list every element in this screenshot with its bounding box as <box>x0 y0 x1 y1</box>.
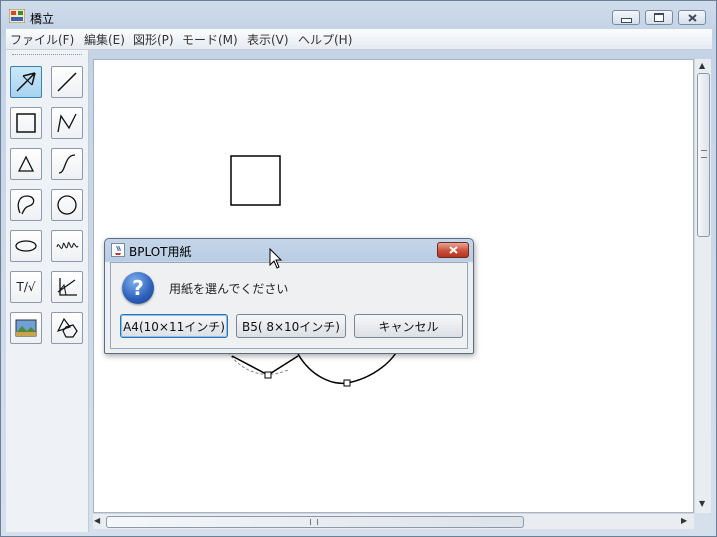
triangle-icon <box>17 155 35 172</box>
triangle-tool[interactable] <box>10 148 42 180</box>
drawn-arc <box>297 352 397 385</box>
text-formula-label: T/√ <box>16 280 36 294</box>
polyline-icon <box>57 113 77 133</box>
image-tool[interactable] <box>10 312 42 344</box>
java-cup-icon <box>111 243 125 257</box>
menu-edit[interactable]: 編集(E) <box>84 31 125 48</box>
select-arrow-icon <box>16 72 36 92</box>
vertical-scroll-thumb[interactable] <box>697 73 710 237</box>
dialog-title: BPLOT用紙 <box>129 245 192 259</box>
b5-paper-button[interactable]: B5( 8×10インチ) <box>236 314 346 338</box>
horizontal-scrollbar[interactable]: ◀ ▶ <box>93 513 694 529</box>
rectangle-tool[interactable] <box>10 107 42 139</box>
close-window-button[interactable] <box>678 10 706 25</box>
question-icon: ? <box>122 272 154 304</box>
scroll-right-icon[interactable]: ▶ <box>681 516 687 525</box>
curve-tool[interactable] <box>51 148 83 180</box>
drawn-square <box>230 155 281 206</box>
app-logo-icon <box>9 9 25 23</box>
wave-icon <box>56 242 79 249</box>
toolbar-grip[interactable] <box>12 54 82 58</box>
horizontal-scroll-thumb[interactable] <box>106 516 524 528</box>
thumb-grip-icon <box>701 150 707 158</box>
rectangle-icon <box>16 113 36 133</box>
dialog-body: ? 用紙を選んでください A4(10×11インチ) B5( 8×10インチ) キ… <box>110 262 468 349</box>
handle-point <box>264 371 272 379</box>
solid-cube-icon <box>56 317 78 338</box>
handle-point <box>343 379 351 387</box>
picture-icon <box>15 319 37 337</box>
wave-tool[interactable] <box>51 230 83 262</box>
window-title: 橋立 <box>30 12 55 26</box>
mouse-pointer-icon <box>269 248 283 269</box>
dialog-message: 用紙を選んでください <box>169 282 289 296</box>
tool-palette: T/√ <box>6 50 89 532</box>
menu-mode[interactable]: モード(M) <box>182 31 238 48</box>
paper-select-dialog: BPLOT用紙 ? 用紙を選んでください A4(10×11インチ) B5( 8×… <box>104 238 474 354</box>
menu-help[interactable]: ヘルプ(H) <box>298 31 352 48</box>
title-bar[interactable]: 橋立 <box>1 1 716 29</box>
close-icon <box>448 246 458 254</box>
cancel-button[interactable]: キャンセル <box>354 314 463 338</box>
text-formula-tool[interactable]: T/√ <box>10 271 42 303</box>
menu-view[interactable]: 表示(V) <box>247 31 289 48</box>
curve-icon <box>58 154 76 174</box>
ellipse-tool[interactable] <box>10 230 42 262</box>
solid-shape-tool[interactable] <box>51 312 83 344</box>
polyline-tool[interactable] <box>51 107 83 139</box>
line-tool[interactable] <box>51 66 83 98</box>
maximize-button[interactable] <box>645 10 673 25</box>
minimize-button[interactable] <box>612 10 640 25</box>
a4-paper-button[interactable]: A4(10×11インチ) <box>120 314 228 338</box>
select-tool[interactable] <box>10 66 42 98</box>
minimize-icon <box>620 17 632 23</box>
scroll-left-icon[interactable]: ◀ <box>94 516 100 525</box>
menu-file[interactable]: ファイル(F) <box>10 31 74 48</box>
menu-shape[interactable]: 図形(P) <box>133 31 174 48</box>
freeform-shape-icon <box>17 195 35 215</box>
thumb-grip-icon <box>310 519 318 525</box>
ellipse-icon <box>15 240 37 252</box>
app-window: 橋立 ファイル(F) 編集(E) 図形(P) モード(M) 表示(V) ヘルプ(… <box>0 0 717 537</box>
graph-axes-icon <box>57 278 77 296</box>
dialog-close-button[interactable] <box>437 242 469 258</box>
dashed-circle-arc <box>227 351 289 375</box>
freeform-tool[interactable] <box>10 189 42 221</box>
graph-tool[interactable] <box>51 271 83 303</box>
close-icon <box>687 13 697 22</box>
circle-tool[interactable] <box>51 189 83 221</box>
circle-icon <box>57 195 77 215</box>
scroll-up-icon[interactable]: ▲ <box>699 61 705 70</box>
menu-bar: ファイル(F) 編集(E) 図形(P) モード(M) 表示(V) ヘルプ(H) <box>6 29 712 50</box>
maximize-icon <box>654 13 664 22</box>
vertical-scrollbar[interactable]: ▲ ▼ <box>694 59 711 513</box>
line-icon <box>57 72 77 92</box>
scroll-down-icon[interactable]: ▼ <box>699 499 705 508</box>
